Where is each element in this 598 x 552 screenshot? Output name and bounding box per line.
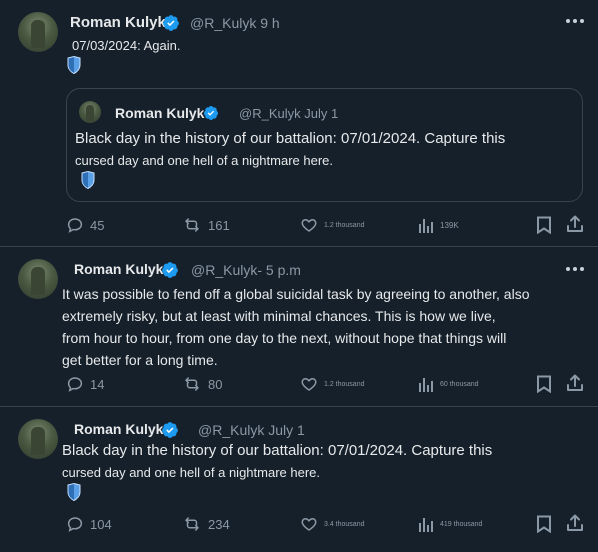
reply-button[interactable]: 104 [66, 515, 112, 533]
share-icon[interactable] [566, 374, 584, 392]
views-button[interactable]: 419 thousand [418, 515, 482, 533]
shield-icon [81, 171, 95, 189]
bookmark-icon[interactable] [536, 375, 552, 393]
more-icon[interactable] [566, 19, 584, 25]
reply-button[interactable]: 45 [66, 216, 104, 234]
author-name[interactable]: Roman Kulyk [74, 261, 163, 277]
retweet-icon [185, 517, 199, 531]
timeline-feed: Roman Kulyk @R_Kulyk 9 h 07/03/2024: Aga… [0, 0, 598, 552]
tweet-text-line-4: get better for a long time. [62, 352, 218, 368]
views-icon [419, 219, 433, 233]
reply-icon [67, 218, 83, 233]
reply-count: 45 [90, 217, 105, 233]
shield-icon [67, 483, 81, 501]
retweet-count: 234 [208, 516, 230, 532]
like-count: 3.4 thousand [324, 520, 365, 528]
verified-badge-icon [203, 106, 218, 120]
verified-badge-icon [162, 422, 178, 438]
verified-badge-icon [163, 15, 179, 31]
views-icon [419, 518, 433, 532]
views-count: 419 thousand [440, 520, 483, 528]
views-count: 60 thousand [440, 380, 479, 388]
retweet-count: 80 [208, 376, 223, 392]
author-name[interactable]: Roman Kulyk [70, 14, 166, 31]
quote-handle-and-time: @R_Kulyk July 1 [239, 106, 339, 121]
retweet-icon [185, 218, 199, 232]
like-button[interactable]: 1.2 thousand [300, 216, 364, 234]
avatar[interactable] [18, 419, 58, 459]
bookmark-icon[interactable] [536, 216, 552, 234]
reply-icon [67, 377, 83, 392]
share-icon[interactable] [566, 215, 584, 233]
bookmark-icon[interactable] [536, 515, 552, 533]
handle-and-time[interactable]: @R_Kulyk 9 h [190, 15, 280, 31]
tweet-text-line-2: cursed day and one hell of a nightmare h… [62, 465, 321, 480]
avatar[interactable] [18, 259, 58, 299]
like-button[interactable]: 3.4 thousand [300, 515, 364, 533]
retweet-icon [185, 377, 199, 391]
quote-text-line-2: cursed day and one hell of a nightmare h… [75, 153, 334, 168]
like-button[interactable]: 1.2 thousand [300, 375, 364, 393]
reply-icon [67, 517, 83, 532]
verified-badge-icon [162, 262, 178, 278]
tweet-text-line-3: from hour to hour, from one day to the n… [62, 330, 507, 346]
shield-icon [67, 56, 81, 74]
quote-avatar [79, 101, 101, 123]
handle-and-time[interactable]: @R_Kulyk- 5 p.m [191, 262, 301, 278]
reply-count: 104 [90, 516, 112, 532]
retweet-count: 161 [208, 217, 230, 233]
tweet-2[interactable]: Roman Kulyk @R_Kulyk- 5 p.m It was possi… [0, 247, 598, 407]
handle-and-time[interactable]: @R_Kulyk July 1 [198, 422, 305, 438]
like-icon [301, 218, 317, 232]
tweet-text-line-1: It was possible to fend off a global sui… [62, 286, 530, 302]
quote-text-line-1: Black day in the history of our battalio… [75, 130, 506, 147]
like-icon [301, 377, 317, 391]
tweet-3[interactable]: Roman Kulyk @R_Kulyk July 1 Black day in… [0, 407, 598, 552]
tweet-text: 07/03/2024: Again. [72, 38, 181, 53]
views-icon [419, 378, 433, 392]
reply-button[interactable]: 14 [66, 375, 104, 393]
like-icon [301, 517, 317, 531]
author-name[interactable]: Roman Kulyk [74, 421, 163, 437]
retweet-button[interactable]: 161 [182, 216, 230, 234]
tweet-text-line-2: extremely risky, but at least with minim… [62, 308, 496, 324]
quoted-tweet[interactable]: Roman Kulyk @R_Kulyk July 1 Black day in… [66, 88, 583, 202]
like-count: 1.2 thousand [324, 221, 365, 229]
retweet-button[interactable]: 234 [182, 515, 230, 533]
tweet-text-line-1: Black day in the history of our battalio… [62, 442, 493, 459]
views-count: 139K [440, 220, 459, 230]
share-icon[interactable] [566, 514, 584, 532]
like-count: 1.2 thousand [324, 380, 365, 388]
reply-count: 14 [90, 376, 105, 392]
tweet-1[interactable]: Roman Kulyk @R_Kulyk 9 h 07/03/2024: Aga… [0, 0, 598, 247]
views-button[interactable]: 60 thousand [418, 375, 479, 393]
retweet-button[interactable]: 80 [182, 375, 222, 393]
avatar[interactable] [18, 12, 58, 52]
views-button[interactable]: 139K [418, 216, 459, 234]
more-icon[interactable] [566, 267, 584, 273]
quote-author-name: Roman Kulyk [115, 105, 205, 121]
